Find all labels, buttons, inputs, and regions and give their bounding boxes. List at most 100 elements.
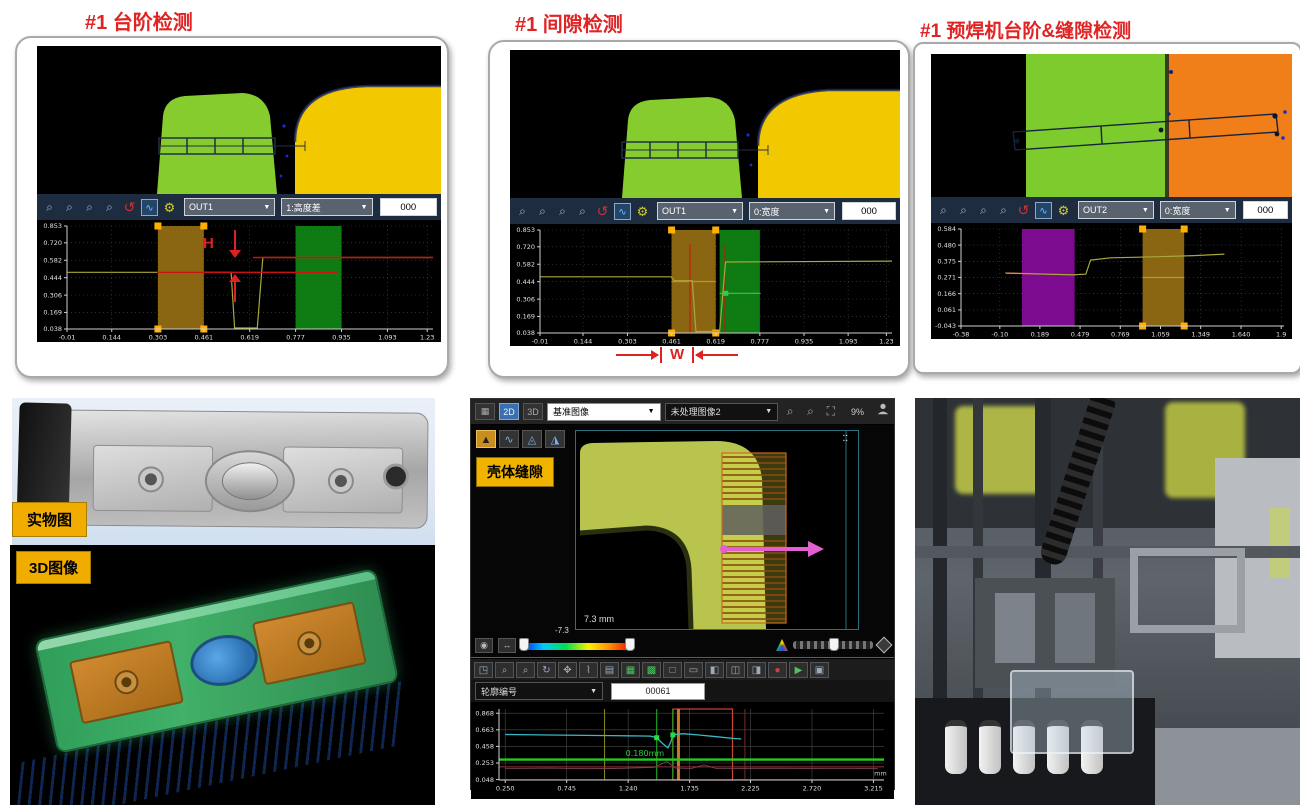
- output-select[interactable]: OUT1▼: [184, 198, 275, 216]
- screen-layout-icon[interactable]: ▣: [810, 662, 829, 678]
- prewelder-detection-card: ⌕⌕⌕⌕↺∿⚙ OUT2▼ 0:宽度▼ 000 0.5840.4800.3750…: [913, 42, 1300, 374]
- target-icon[interactable]: ◉: [475, 638, 493, 653]
- profile-number-row: 轮廓编号▼ 00061: [471, 680, 894, 702]
- zoom-in-icon[interactable]: ⌕: [41, 199, 58, 216]
- zoom-in-icon[interactable]: ⌕: [514, 203, 531, 220]
- w-bar-icon: [660, 347, 662, 363]
- zoom-out-icon[interactable]: ⌕: [802, 404, 818, 419]
- roi-empty-icon[interactable]: □: [663, 662, 682, 678]
- fullscreen-icon[interactable]: ▪▪ ▪▪: [843, 434, 855, 446]
- profile-number-field[interactable]: 00061: [611, 683, 705, 700]
- svg-text:0.745: 0.745: [557, 785, 576, 793]
- svg-text:0.306: 0.306: [516, 295, 535, 303]
- rotate-icon[interactable]: ↻: [537, 662, 556, 678]
- undo-icon[interactable]: ↺: [121, 199, 138, 216]
- color-scale-slider[interactable]: -7.3: [521, 637, 633, 653]
- svg-text:-0.01: -0.01: [59, 334, 76, 342]
- profile-number-select[interactable]: 轮廓编号▼: [475, 682, 603, 700]
- height-range-slider-row: ◉ ↔ -7.3: [475, 636, 890, 654]
- export-icon[interactable]: ▶: [789, 662, 808, 678]
- zoom-out-icon[interactable]: ⌕: [516, 662, 535, 678]
- svg-text:0.375: 0.375: [937, 258, 956, 266]
- surface-view-icon[interactable]: ◬: [522, 430, 542, 448]
- svg-text:0.461: 0.461: [662, 338, 681, 346]
- grid-icon[interactable]: ▦: [475, 403, 495, 420]
- roi-green-icon[interactable]: ▦: [621, 662, 640, 678]
- zoom-fit-icon[interactable]: ⌕: [574, 203, 591, 220]
- waveform-icon[interactable]: ∿: [614, 203, 631, 220]
- output-select[interactable]: OUT2▼: [1078, 201, 1154, 219]
- svg-text:0.250: 0.250: [496, 785, 515, 793]
- user-icon[interactable]: [876, 402, 890, 421]
- threed-pad: [69, 640, 184, 724]
- threed-screw: [295, 629, 323, 657]
- output-select[interactable]: OUT1▼: [657, 202, 743, 220]
- waveform-icon[interactable]: ∿: [141, 199, 158, 216]
- measure-value-field[interactable]: 000: [842, 202, 896, 220]
- zoom-fit-icon[interactable]: ⛶: [823, 404, 839, 419]
- svg-text:0.303: 0.303: [618, 338, 637, 346]
- output-select-value: OUT1: [662, 206, 686, 216]
- measure-value-field[interactable]: 000: [1243, 201, 1288, 219]
- tab-3d[interactable]: 3D: [523, 403, 543, 420]
- zoom-fit-icon[interactable]: ⌕: [101, 199, 118, 216]
- svg-text:0.169: 0.169: [43, 309, 62, 317]
- actuator-cylinder: [1055, 593, 1095, 663]
- svg-text:1.059: 1.059: [1151, 331, 1170, 339]
- range-min-handle[interactable]: [519, 638, 529, 651]
- zoom-in-icon[interactable]: ⌕: [935, 202, 952, 219]
- zoom-region-icon[interactable]: ⌕: [554, 203, 571, 220]
- zoom-out-icon[interactable]: ⌕: [61, 199, 78, 216]
- zoom-fit-icon[interactable]: ⌕: [995, 202, 1012, 219]
- svg-text:1.9: 1.9: [1276, 331, 1286, 339]
- settings-icon[interactable]: ⚙: [161, 199, 178, 216]
- profile-line-icon[interactable]: ⌇: [579, 662, 598, 678]
- tab-2d[interactable]: 2D: [499, 403, 519, 420]
- zoom-region-icon[interactable]: ⌕: [81, 199, 98, 216]
- reflection: [1270, 508, 1290, 578]
- pan-icon[interactable]: ✥: [558, 662, 577, 678]
- measure-type-select[interactable]: 1:高度差▼: [281, 198, 372, 216]
- zoom-out-icon[interactable]: ⌕: [534, 203, 551, 220]
- heightmap-icon[interactable]: ▲: [476, 430, 496, 448]
- fit-rect-icon[interactable]: ◧: [705, 662, 724, 678]
- fit-scale-icon[interactable]: ◫: [726, 662, 745, 678]
- fit-move-icon[interactable]: ◨: [747, 662, 766, 678]
- scan-toolbar-icons: ⌕⌕⌕⌕↺∿⚙: [935, 202, 1072, 219]
- base-image-select[interactable]: 基准图像▼: [547, 403, 661, 421]
- comb-icon[interactable]: ▤: [600, 662, 619, 678]
- color-triangle-icon[interactable]: [776, 639, 788, 651]
- diamond-icon[interactable]: [876, 637, 893, 654]
- processed-image-select[interactable]: 未处理图像2▼: [665, 403, 779, 421]
- roi-wide-icon[interactable]: ▭: [684, 662, 703, 678]
- record-icon[interactable]: ●: [768, 662, 787, 678]
- measure-value-field[interactable]: 000: [380, 198, 437, 216]
- svg-text:0.868: 0.868: [475, 709, 494, 717]
- chevron-down-icon: ▼: [765, 408, 772, 415]
- settings-icon[interactable]: ⚙: [1055, 202, 1072, 219]
- waveform-view-icon[interactable]: ∿: [499, 430, 519, 448]
- viewer-toolbar: ◳⌕⌕↻✥⌇▤▦▩□▭◧◫◨●▶▣: [471, 658, 894, 680]
- opacity-slider[interactable]: [793, 641, 873, 649]
- undo-icon[interactable]: ↺: [1015, 202, 1032, 219]
- opacity-handle[interactable]: [829, 638, 839, 651]
- zoom-in-icon[interactable]: ⌕: [782, 404, 798, 419]
- settings-icon[interactable]: ⚙: [634, 203, 651, 220]
- zoom-out-icon[interactable]: ⌕: [955, 202, 972, 219]
- zoom-region-icon[interactable]: ⌕: [975, 202, 992, 219]
- svg-text:0.663: 0.663: [475, 726, 494, 734]
- measure-type-value: 0:宽度: [754, 205, 780, 218]
- measure-type-select[interactable]: 0:宽度▼: [1160, 201, 1236, 219]
- measure-type-select[interactable]: 0:宽度▼: [749, 202, 835, 220]
- undo-icon[interactable]: ↺: [594, 203, 611, 220]
- roi-texture-icon[interactable]: ▩: [642, 662, 661, 678]
- prewelder-profile-chart: 0.5840.4800.3750.2710.1660.061-0.043-0.3…: [931, 223, 1292, 339]
- range-icon[interactable]: ↔: [498, 638, 516, 653]
- range-max-handle[interactable]: [625, 638, 635, 651]
- svg-text:0.720: 0.720: [516, 243, 535, 251]
- svg-text:0.584: 0.584: [937, 225, 956, 233]
- slope-view-icon[interactable]: ◮: [545, 430, 565, 448]
- zoom-in-icon[interactable]: ⌕: [495, 662, 514, 678]
- waveform-icon[interactable]: ∿: [1035, 202, 1052, 219]
- select-icon[interactable]: ◳: [474, 662, 493, 678]
